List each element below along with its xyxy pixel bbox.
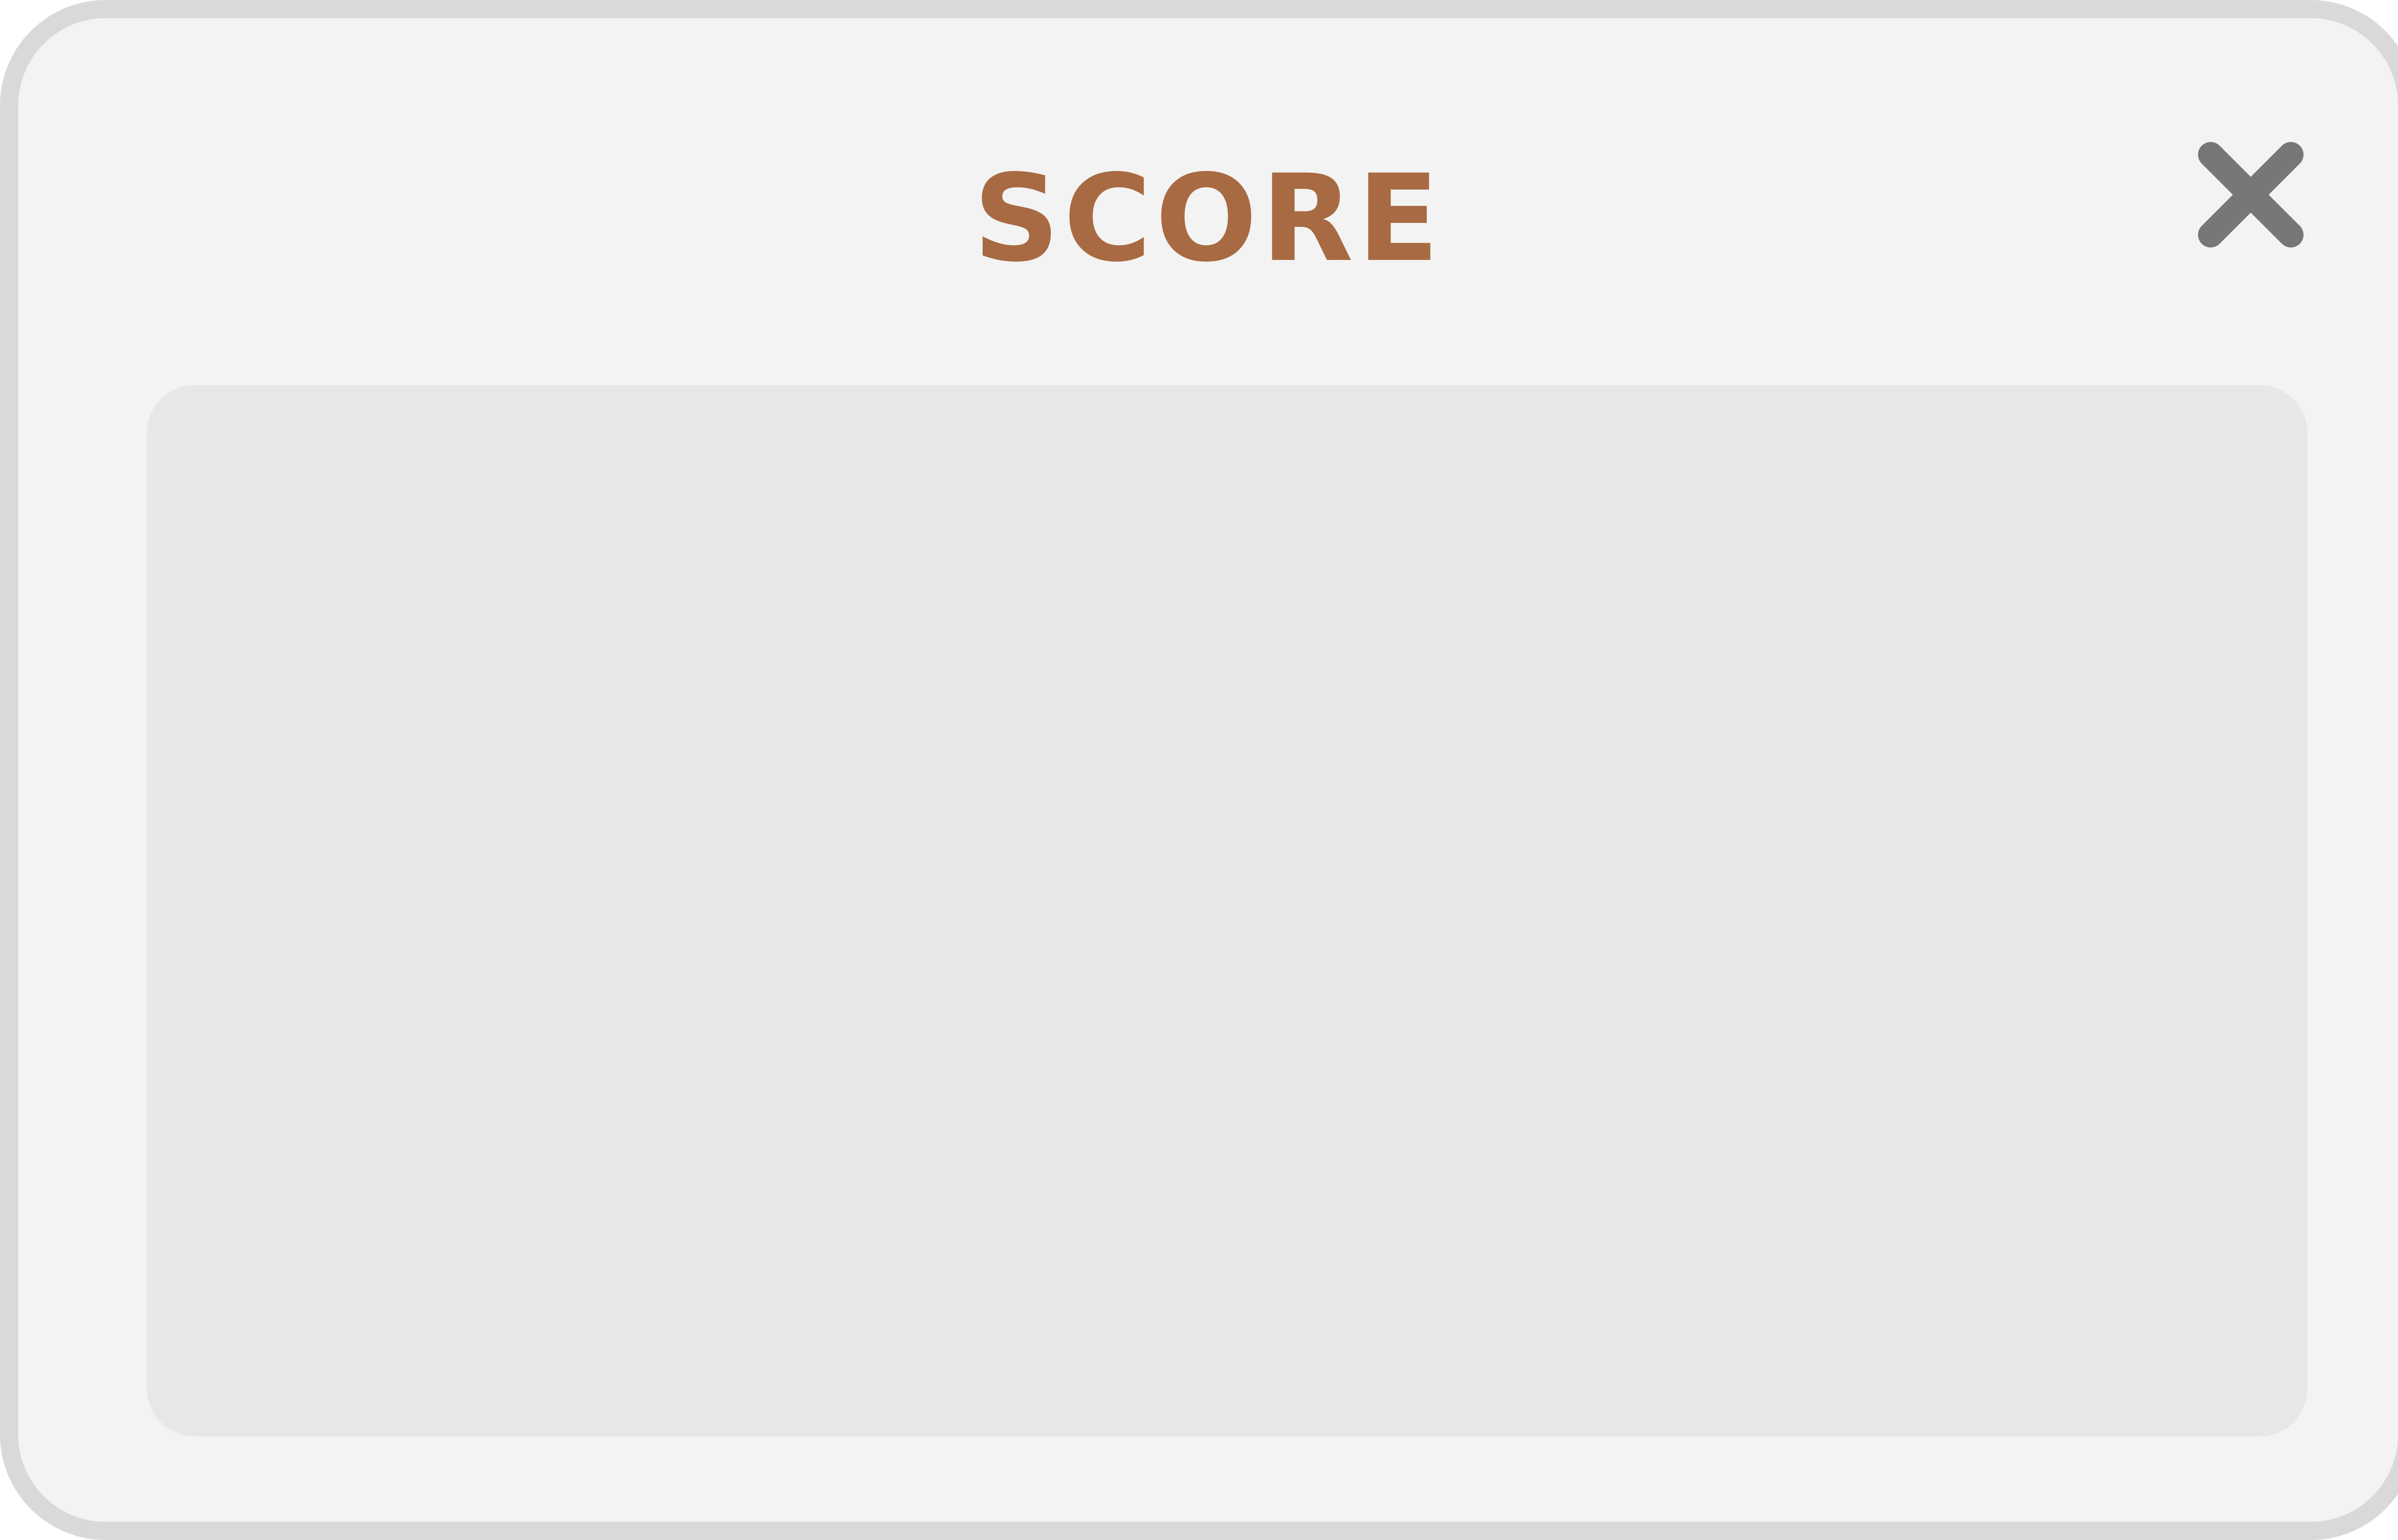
close-button[interactable] <box>2198 142 2304 247</box>
score-dialog: SCORE <box>0 0 2398 1540</box>
close-icon <box>2198 142 2304 247</box>
score-content-area <box>147 385 2307 1436</box>
dialog-title: SCORE <box>973 149 1443 288</box>
